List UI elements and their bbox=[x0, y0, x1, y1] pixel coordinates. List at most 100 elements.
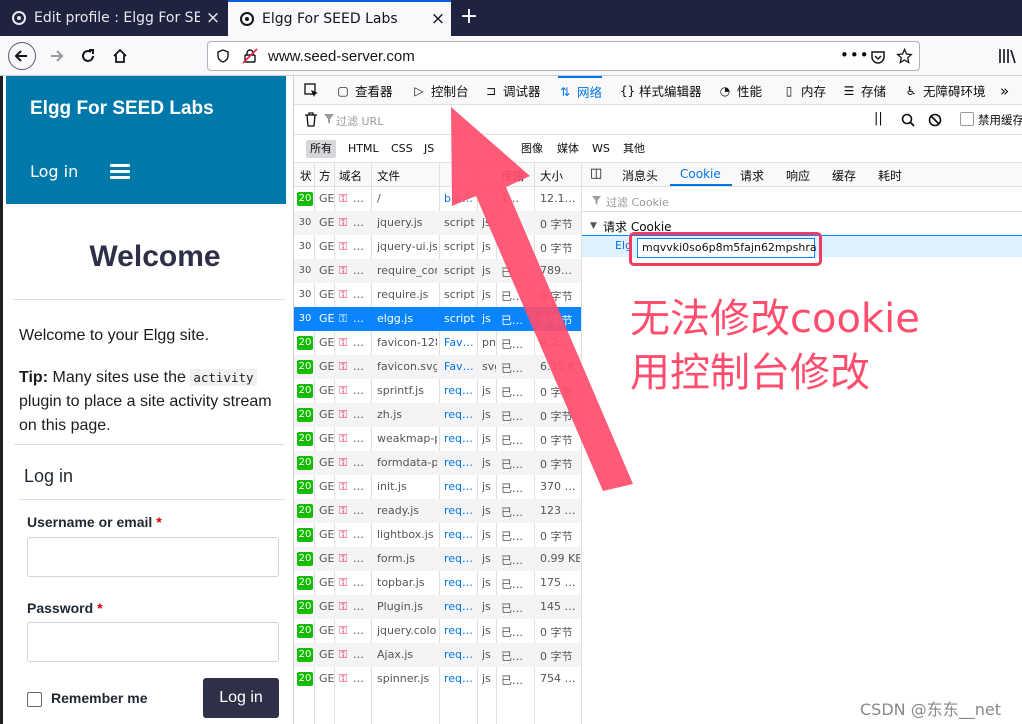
table-row[interactable]: 20 GE sprintf.js req… js 已… 0 字节 ⚿… bbox=[294, 379, 581, 403]
element-picker-icon[interactable] bbox=[304, 83, 319, 98]
table-row[interactable]: 20GEweakmap-pcreq…js已…0 字节⚿… bbox=[294, 427, 581, 451]
bookmark-star-icon[interactable] bbox=[896, 48, 913, 65]
table-row[interactable]: 30GErequire_confscriptjs已…789…⚿… bbox=[294, 259, 581, 283]
url-bar[interactable]: www.seed-server.com ••• bbox=[207, 41, 920, 71]
block-icon[interactable] bbox=[928, 113, 942, 127]
table-row[interactable]: 20GEjquery.colorlreq…js已…0 字节⚿… bbox=[294, 619, 581, 643]
table-row[interactable]: 30 GE jquery.js script js 0 字节 ⚿… bbox=[294, 211, 581, 235]
table-row[interactable]: 30 GE require.js script js 已… 0 字节 ⚿… bbox=[294, 283, 581, 307]
filter-media[interactable]: 媒体 bbox=[553, 140, 583, 158]
filter-js[interactable]: JS bbox=[420, 140, 438, 158]
tab-underline bbox=[670, 184, 732, 186]
table-row[interactable]: 20 GE zh.js req… js 已… 0 字节 ⚿… bbox=[294, 403, 581, 427]
reload-button[interactable] bbox=[74, 42, 102, 70]
table-row[interactable]: 20 GE form.js req… js 已… 0.99 KB ⚿… bbox=[294, 547, 581, 571]
tab-response[interactable]: 响应 bbox=[786, 167, 810, 184]
insecure-lock-icon[interactable] bbox=[242, 48, 258, 64]
filter-html[interactable]: HTML bbox=[344, 140, 383, 158]
tab-edit-profile[interactable]: Edit profile : Elgg For SEED × bbox=[0, 0, 226, 36]
column-size[interactable]: 大小 bbox=[540, 168, 563, 184]
hamburger-menu-icon[interactable] bbox=[110, 164, 130, 180]
nav-login-link[interactable]: Log in bbox=[30, 162, 78, 181]
request-transfer: 已… bbox=[501, 314, 523, 327]
shield-icon[interactable] bbox=[216, 49, 230, 63]
remember-me-checkbox[interactable] bbox=[27, 692, 42, 707]
table-row[interactable]: 20 GE Ajax.js req… js 已… 0 字节 ⚿… bbox=[294, 643, 581, 667]
devtools-tab-accessibility[interactable]: ♿ 无障碍环境 bbox=[904, 76, 986, 105]
table-row[interactable]: 20GEfavicon.svgFav…svg已…6.35 K⚿… bbox=[294, 355, 581, 379]
site-name[interactable]: Elgg For SEED Labs bbox=[30, 98, 214, 120]
table-row[interactable]: 30 GE jquery-ui.js script js 0 字节 ⚿… bbox=[294, 235, 581, 259]
login-button[interactable]: Log in bbox=[203, 678, 279, 718]
devtools-tab-memory[interactable]: ▯ 内存 bbox=[782, 76, 826, 105]
more-tabs-chevron-icon[interactable]: » bbox=[1000, 76, 1009, 105]
devtools-tab-storage[interactable]: ☰ 存储 bbox=[842, 76, 886, 105]
table-row[interactable]: 20 GE ready.js req… js 已… 123 … ⚿… bbox=[294, 499, 581, 523]
devtools-tab-inspector[interactable]: ▢ 查看器 bbox=[336, 76, 392, 105]
request-file: require_conf bbox=[377, 264, 437, 277]
tab-cache[interactable]: 缓存 bbox=[832, 167, 856, 184]
tab-elgg-seed-labs[interactable]: Elgg For SEED Labs × bbox=[228, 0, 451, 36]
remember-me-label[interactable]: Remember me bbox=[51, 690, 148, 706]
request-transfer: 已… bbox=[501, 458, 523, 471]
table-row[interactable]: 20GEfavicon-128.Fav…pn已…4.2…⚿… bbox=[294, 331, 581, 355]
forward-button[interactable] bbox=[42, 42, 70, 70]
table-row[interactable]: 20 GE spinner.js req… js 已… 754 … ⚿… bbox=[294, 667, 581, 691]
request-type: js bbox=[482, 408, 491, 421]
devtools-tab-style-editor[interactable]: {} 样式编辑器 bbox=[620, 76, 702, 105]
filter-all[interactable]: 所有 bbox=[306, 140, 336, 158]
page-actions-icon[interactable]: ••• bbox=[840, 46, 870, 64]
filter-cookie-input[interactable]: 过滤 Cookie bbox=[606, 194, 669, 210]
close-tab-icon[interactable]: × bbox=[200, 8, 226, 28]
tab-cookie[interactable]: Cookie bbox=[680, 167, 721, 181]
filter-icon bbox=[324, 114, 334, 124]
table-row[interactable]: 20 GE init.js req… js 已… 370 … ⚿… bbox=[294, 475, 581, 499]
home-button[interactable] bbox=[106, 42, 134, 70]
request-file: init.js bbox=[377, 480, 407, 493]
trash-icon[interactable] bbox=[304, 112, 318, 127]
tab-headers[interactable]: 消息头 bbox=[622, 167, 658, 184]
request-method: GE bbox=[319, 672, 335, 685]
column-status[interactable]: 状 bbox=[300, 168, 312, 184]
toggle-sidebar-icon[interactable]: ◫ bbox=[590, 166, 602, 181]
search-icon[interactable] bbox=[901, 113, 915, 127]
password-input[interactable] bbox=[27, 622, 279, 662]
disable-cache-label[interactable]: 禁用缓存 bbox=[978, 112, 1022, 128]
table-row[interactable]: 20 GE / bro… 1… 12.1… ⚿… bbox=[294, 187, 581, 211]
column-transfer[interactable]: 传输 bbox=[501, 168, 524, 184]
column-file[interactable]: 文件 bbox=[377, 168, 400, 184]
request-status: 20 bbox=[297, 528, 313, 542]
request-type: js bbox=[482, 456, 491, 469]
filter-other[interactable]: 其他 bbox=[619, 140, 649, 158]
divider bbox=[13, 299, 285, 300]
table-row[interactable]: 30 GE elgg.js script js 已… 0 字节 ⚿… bbox=[294, 307, 581, 331]
request-status: 20 bbox=[297, 672, 313, 686]
request-transfer: 已… bbox=[501, 290, 523, 303]
table-row[interactable]: 20 GE lightbox.js req… js 已… 0 字节 ⚿… bbox=[294, 523, 581, 547]
filter-css[interactable]: CSS bbox=[387, 140, 417, 158]
column-method[interactable]: 方 bbox=[319, 168, 331, 184]
close-tab-icon[interactable]: × bbox=[425, 9, 451, 29]
filter-url-input[interactable]: 过滤 URL bbox=[336, 113, 383, 129]
filter-ws[interactable]: WS bbox=[588, 140, 614, 158]
table-row[interactable]: 20 GE Plugin.js req… js 已… 145 … ⚿… bbox=[294, 595, 581, 619]
devtools-tab-network[interactable]: ⇅ 网络 bbox=[558, 76, 603, 105]
request-method: GE bbox=[319, 384, 335, 397]
pause-icon[interactable]: || bbox=[874, 111, 883, 126]
new-tab-button[interactable]: + bbox=[456, 4, 482, 30]
table-row[interactable]: 20GEformdata-pcreq…js已…0 字节⚿… bbox=[294, 451, 581, 475]
column-domain[interactable]: 域名 bbox=[339, 168, 362, 184]
devtools-tab-performance[interactable]: ◔ 性能 bbox=[718, 76, 762, 105]
tab-timings[interactable]: 耗时 bbox=[878, 167, 902, 184]
devtools-tab-debugger[interactable]: ⊐ 调试器 bbox=[484, 76, 541, 105]
table-row[interactable]: 20 GE topbar.js req… js 已… 175 … ⚿… bbox=[294, 571, 581, 595]
library-icon[interactable] bbox=[998, 48, 1016, 64]
username-input[interactable] bbox=[27, 537, 279, 577]
pocket-icon[interactable] bbox=[870, 49, 886, 65]
filter-images[interactable]: 图像 bbox=[517, 140, 547, 158]
disable-cache-checkbox[interactable] bbox=[960, 112, 974, 126]
collapse-triangle-icon[interactable]: ▼ bbox=[590, 221, 597, 231]
devtools-tab-console[interactable]: ▷ 控制台 bbox=[412, 76, 468, 105]
tab-request[interactable]: 请求 bbox=[740, 167, 764, 184]
back-button[interactable] bbox=[8, 42, 36, 70]
